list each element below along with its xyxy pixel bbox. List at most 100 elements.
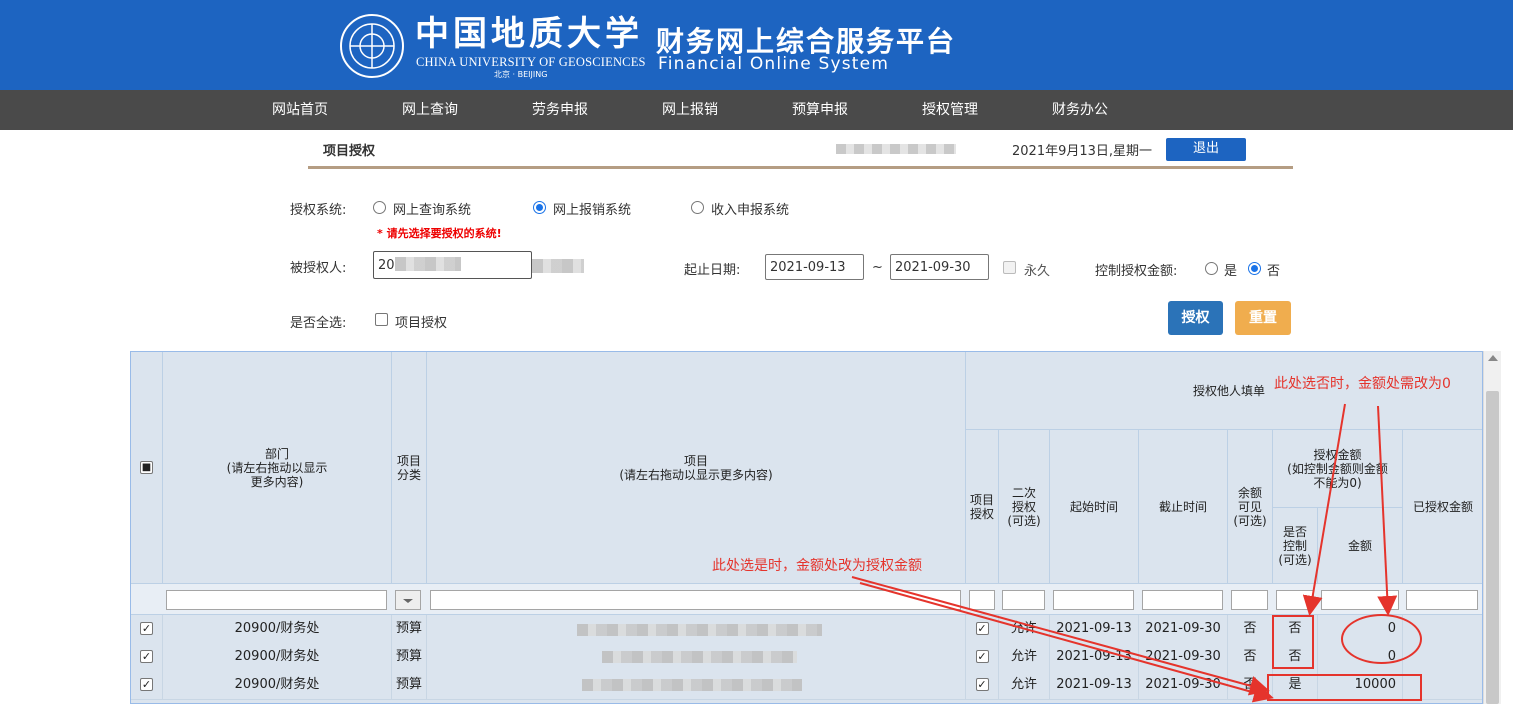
radio-reimburse-system[interactable] bbox=[533, 201, 546, 214]
reset-button[interactable]: 重置 bbox=[1235, 301, 1291, 335]
row-end[interactable]: 2021-09-30 bbox=[1139, 615, 1228, 643]
project-blurred bbox=[582, 679, 802, 691]
row-proj-auth-checkbox[interactable]: ✓ bbox=[975, 678, 989, 691]
filter-proj-auth-input[interactable] bbox=[969, 590, 995, 610]
nav-home[interactable]: 网站首页 bbox=[240, 90, 360, 130]
annotation-amount-box bbox=[1267, 674, 1422, 701]
annotation-yes-note: 此处选是时，金额处改为授权金额 bbox=[712, 558, 922, 574]
system-label: 授权系统: bbox=[290, 203, 347, 218]
row-proj-auth-checkbox[interactable]: ✓ bbox=[975, 650, 989, 663]
header-checkbox[interactable]: ■ bbox=[140, 461, 153, 474]
row-category: 预算 bbox=[392, 615, 427, 643]
row-dept: 20900/财务处 bbox=[163, 615, 392, 643]
forever-checkbox[interactable] bbox=[1003, 261, 1016, 274]
annotation-control-box bbox=[1272, 615, 1314, 669]
scroll-up-icon[interactable] bbox=[1488, 355, 1498, 361]
university-name-cn: 中国地质大学 bbox=[415, 14, 643, 54]
header-second-auth[interactable]: 二次 授权 (可选) bbox=[999, 430, 1050, 584]
row-dept: 20900/财务处 bbox=[163, 671, 392, 699]
row-proj-auth-checkbox[interactable]: ✓ bbox=[975, 622, 989, 635]
control-no-label: 否 bbox=[1267, 264, 1281, 279]
row-start[interactable]: 2021-09-13 bbox=[1050, 643, 1139, 671]
chevron-down-icon bbox=[403, 599, 413, 603]
row-project bbox=[427, 643, 966, 671]
current-date: 2021年9月13日,星期一 bbox=[1012, 144, 1153, 159]
system-warning: * 请先选择要授权的系统! bbox=[377, 227, 502, 240]
forever-label: 永久 bbox=[1024, 264, 1051, 279]
annotation-amount-ellipse bbox=[1341, 614, 1422, 664]
filter-end-input[interactable] bbox=[1142, 590, 1223, 610]
control-yes-radio[interactable] bbox=[1205, 262, 1218, 275]
filter-balance-input[interactable] bbox=[1231, 590, 1268, 610]
radio-reimburse-system-label: 网上报销系统 bbox=[553, 203, 632, 218]
date-separator: ~ bbox=[872, 260, 883, 275]
row-balance[interactable]: 否 bbox=[1228, 615, 1273, 643]
end-date-input[interactable] bbox=[890, 254, 989, 280]
row-project bbox=[427, 671, 966, 699]
grantee-name-blurred bbox=[532, 259, 584, 273]
select-all-option-label: 项目授权 bbox=[395, 316, 448, 331]
row-second-auth[interactable]: 允许 bbox=[999, 643, 1050, 671]
university-seal-icon bbox=[340, 14, 404, 78]
header-balance-visible[interactable]: 余额 可见 (可选) bbox=[1228, 430, 1273, 584]
row-dept: 20900/财务处 bbox=[163, 643, 392, 671]
page-titlebar: 项目授权 2021年9月13日,星期一 退出 bbox=[308, 130, 1293, 169]
row-balance[interactable]: 否 bbox=[1228, 643, 1273, 671]
start-date-input[interactable] bbox=[765, 254, 864, 280]
radio-query-system[interactable] bbox=[373, 201, 386, 214]
platform-title-en: Financial Online System bbox=[658, 54, 890, 74]
grantee-blurred bbox=[395, 257, 461, 271]
row-checkbox[interactable]: ✓ bbox=[140, 622, 153, 635]
row-second-auth[interactable]: 允许 bbox=[999, 671, 1050, 699]
control-no-radio[interactable] bbox=[1248, 262, 1261, 275]
row-checkbox[interactable]: ✓ bbox=[140, 678, 153, 691]
header-dept[interactable]: 部门 (请左右拖动以显示 更多内容) bbox=[163, 352, 392, 584]
filter-amount-input[interactable] bbox=[1321, 590, 1399, 610]
nav-labor[interactable]: 劳务申报 bbox=[500, 90, 620, 130]
date-label: 起止日期: bbox=[684, 263, 741, 278]
logout-button[interactable]: 退出 bbox=[1166, 138, 1246, 161]
filter-control-input[interactable] bbox=[1276, 590, 1314, 610]
row-checkbox[interactable]: ✓ bbox=[140, 650, 153, 663]
page-title: 项目授权 bbox=[323, 144, 376, 159]
row-project bbox=[427, 615, 966, 643]
grid-scrollbar[interactable] bbox=[1483, 351, 1501, 704]
nav-authorization[interactable]: 授权管理 bbox=[890, 90, 1010, 130]
authorize-button[interactable]: 授权 bbox=[1168, 301, 1223, 335]
header-proj-auth[interactable]: 项目 授权 bbox=[966, 430, 999, 584]
filter-category-dropdown[interactable] bbox=[395, 590, 421, 610]
filter-granted-input[interactable] bbox=[1406, 590, 1478, 610]
header-project[interactable]: 项目 (请左右拖动以显示更多内容) bbox=[427, 352, 966, 584]
filter-dept-input[interactable] bbox=[166, 590, 387, 610]
username-blurred bbox=[836, 144, 956, 154]
project-blurred bbox=[577, 624, 822, 636]
scroll-thumb[interactable] bbox=[1486, 391, 1499, 704]
header-category[interactable]: 项目 分类 bbox=[392, 352, 427, 584]
radio-income-system[interactable] bbox=[691, 201, 704, 214]
select-all-label: 是否全选: bbox=[290, 316, 347, 331]
nav-budget[interactable]: 预算申报 bbox=[760, 90, 880, 130]
main-nav: 网站首页 网上查询 劳务申报 网上报销 预算申报 授权管理 财务办公 bbox=[0, 90, 1513, 130]
nav-query[interactable]: 网上查询 bbox=[370, 90, 490, 130]
row-category: 预算 bbox=[392, 671, 427, 699]
university-city: 北京 · BEIJING bbox=[494, 70, 548, 79]
row-start[interactable]: 2021-09-13 bbox=[1050, 671, 1139, 699]
row-second-auth[interactable]: 允许 bbox=[999, 615, 1050, 643]
row-start[interactable]: 2021-09-13 bbox=[1050, 615, 1139, 643]
project-blurred bbox=[602, 651, 797, 663]
select-all-checkbox[interactable] bbox=[375, 313, 388, 326]
filter-second-auth-input[interactable] bbox=[1002, 590, 1045, 610]
header-amount[interactable]: 金额 bbox=[1318, 508, 1403, 584]
radio-income-system-label: 收入申报系统 bbox=[711, 203, 790, 218]
row-end[interactable]: 2021-09-30 bbox=[1139, 671, 1228, 699]
header-granted-amount[interactable]: 已授权金额 bbox=[1403, 430, 1482, 584]
university-name-en: CHINA UNIVERSITY OF GEOSCIENCES bbox=[416, 55, 646, 69]
row-end[interactable]: 2021-09-30 bbox=[1139, 643, 1228, 671]
filter-project-input[interactable] bbox=[430, 590, 961, 610]
filter-start-input[interactable] bbox=[1053, 590, 1134, 610]
header-end[interactable]: 截止时间 bbox=[1139, 430, 1228, 584]
nav-reimburse[interactable]: 网上报销 bbox=[630, 90, 750, 130]
nav-office[interactable]: 财务办公 bbox=[1020, 90, 1140, 130]
header-start[interactable]: 起始时间 bbox=[1050, 430, 1139, 584]
header-is-control[interactable]: 是否 控制 (可选) bbox=[1273, 508, 1318, 584]
